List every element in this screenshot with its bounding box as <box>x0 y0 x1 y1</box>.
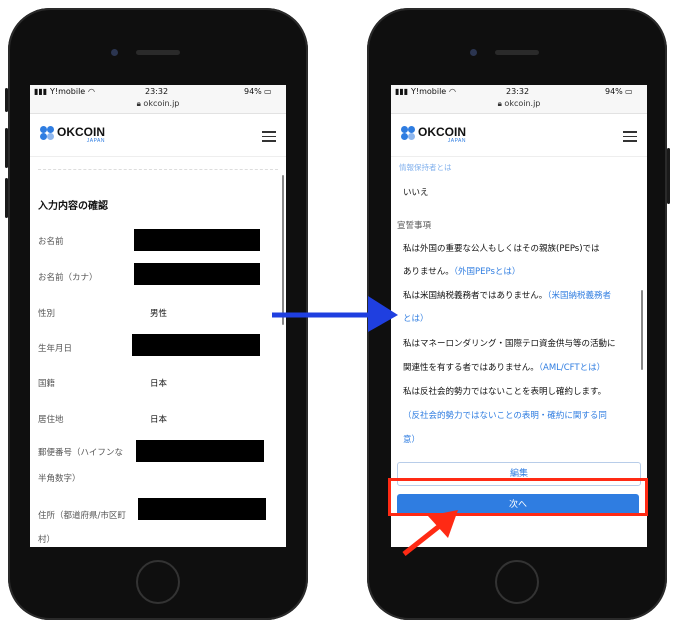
address-label: 住所（都道府県/市区町 <box>38 511 126 521</box>
page-title: 入力内容の確認 <box>38 201 108 212</box>
site-header: OKCOIN JAPAN <box>391 114 647 157</box>
aml-link[interactable]: （AML/CFTとは） <box>539 363 605 373</box>
battery-percent: 94% <box>605 87 623 96</box>
battery-icon: ▭ <box>264 87 272 96</box>
aml-statement: 私はマネーロンダリング・国際テロ資金供与等の活動に <box>403 339 616 349</box>
brand-logo[interactable]: OKCOIN JAPAN <box>40 126 105 144</box>
right-home-button[interactable] <box>495 560 539 604</box>
address-value-redacted <box>138 498 266 520</box>
url-text: okcoin.jp <box>143 99 180 108</box>
residence-value: 日本 <box>150 415 168 425</box>
pep-statement-line2: ありません。（外国PEPsとは） <box>403 265 520 277</box>
address-bar[interactable]: 🔒︎ okcoin.jp <box>391 99 647 114</box>
left-earpiece <box>136 50 180 55</box>
brand-name: OKCOIN <box>57 125 105 139</box>
site-header: OKCOIN JAPAN <box>30 114 286 157</box>
us-tax-statement: 私は米国納税義務者ではありません。（米国納税義務者 <box>403 289 611 301</box>
right-front-camera <box>470 49 477 56</box>
signal-icon: ▮▮▮ <box>34 87 48 96</box>
nationality-label: 国籍 <box>38 379 56 389</box>
nationality-value: 日本 <box>150 379 168 389</box>
name-label: お名前 <box>38 237 64 247</box>
name-value-redacted <box>134 229 260 251</box>
us-tax-text: 私は米国納税義務者ではありません。 <box>403 291 548 301</box>
postal-code-value-redacted <box>136 440 264 462</box>
info-holder-partial[interactable]: 情報保持者とは <box>399 162 452 173</box>
transition-arrow-icon <box>272 296 398 332</box>
status-bar: ▮▮▮ Y!mobile ◠ 23:32 94% ▭ <box>30 85 286 99</box>
declaration-title: 宣誓事項 <box>397 221 432 231</box>
left-phone-mute-switch <box>5 88 8 112</box>
left-front-camera <box>111 49 118 56</box>
address-bar[interactable]: 🔒︎ okcoin.jp <box>30 99 286 114</box>
name-kana-label: お名前（カナ） <box>38 273 98 283</box>
pep-statement-end: ありません。 <box>403 267 454 277</box>
signal-icon: ▮▮▮ <box>395 87 409 96</box>
clock: 23:32 <box>506 87 530 96</box>
battery-icon: ▭ <box>625 87 633 96</box>
okcoin-logo-icon <box>40 126 54 140</box>
pep-link[interactable]: （外国PEPsとは） <box>454 267 521 277</box>
carrier-label: Y!mobile <box>50 87 86 96</box>
address-label-line2: 村） <box>38 535 56 545</box>
residence-label: 居住地 <box>38 415 64 425</box>
aml-statement-line2: 関連性を有する者ではありません。（AML/CFTとは） <box>403 361 605 373</box>
hamburger-menu-icon[interactable] <box>623 131 637 145</box>
carrier-label: Y!mobile <box>411 87 447 96</box>
status-bar: ▮▮▮ Y!mobile ◠ 23:32 94% ▭ <box>391 85 647 99</box>
postal-code-label: 郵便番号（ハイフンな <box>38 448 124 458</box>
us-tax-link-line2[interactable]: とは） <box>403 312 429 324</box>
pointer-arrow-icon <box>402 510 458 556</box>
right-earpiece <box>495 50 539 55</box>
wifi-icon: ◠ <box>449 87 456 96</box>
left-phone-volume-down <box>5 178 8 218</box>
dashed-divider <box>38 169 278 170</box>
birthdate-label: 生年月日 <box>38 344 73 354</box>
wifi-icon: ◠ <box>88 87 95 96</box>
url-text: okcoin.jp <box>504 99 541 108</box>
brand-name: OKCOIN <box>418 125 466 139</box>
left-home-button[interactable] <box>136 560 180 604</box>
answer-value: いいえ <box>403 188 429 198</box>
aml-statement-end: 関連性を有する者ではありません。 <box>403 363 539 373</box>
anti-social-statement: 私は反社会的勢力ではないことを表明し確約します。 <box>403 387 607 397</box>
left-phone: ▮▮▮ Y!mobile ◠ 23:32 94% ▭ 🔒︎ okcoin.jp … <box>5 8 308 620</box>
us-tax-link[interactable]: （米国納税義務者 <box>547 291 611 301</box>
lock-icon: 🔒︎ <box>136 99 141 108</box>
left-phone-volume-up <box>5 128 8 168</box>
hamburger-menu-icon[interactable] <box>262 131 276 145</box>
anti-social-link-line2[interactable]: 意） <box>403 433 420 445</box>
birthdate-value-redacted <box>132 334 260 356</box>
clock: 23:32 <box>145 87 169 96</box>
brand-logo[interactable]: OKCOIN JAPAN <box>401 126 466 144</box>
pep-statement: 私は外国の重要な公人もしくはその親族(PEPs)では <box>403 244 600 254</box>
page-scrollbar[interactable] <box>641 290 643 370</box>
postal-code-label-line2: 半角数字） <box>38 474 81 484</box>
okcoin-logo-icon <box>401 126 415 140</box>
battery-percent: 94% <box>244 87 262 96</box>
lock-icon: 🔒︎ <box>497 99 502 108</box>
gender-value: 男性 <box>150 309 168 319</box>
right-phone-power-button <box>667 148 670 204</box>
name-kana-value-redacted <box>134 263 260 285</box>
gender-label: 性別 <box>38 309 56 319</box>
anti-social-link[interactable]: （反社会的勢力ではないことの表明・確約に関する同 <box>403 409 607 421</box>
left-screen: ▮▮▮ Y!mobile ◠ 23:32 94% ▭ 🔒︎ okcoin.jp … <box>30 85 286 547</box>
